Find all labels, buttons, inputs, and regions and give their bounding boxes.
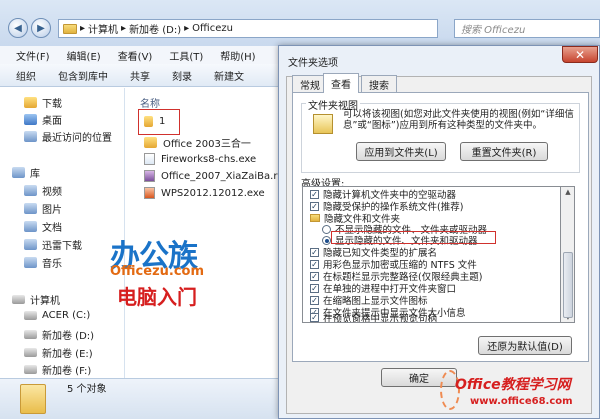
- watermark-site: Officezu.com: [110, 264, 205, 279]
- scroll-thumb[interactable]: [563, 252, 573, 318]
- organize-button[interactable]: 组织: [16, 68, 36, 83]
- status-text: 5 个对象: [67, 384, 107, 395]
- back-button[interactable]: ◀: [8, 18, 28, 38]
- computer-icon: [12, 295, 25, 304]
- breadcrumb-folder[interactable]: Officezu: [192, 23, 233, 34]
- watermark-site-2: www.office68.com: [470, 396, 573, 407]
- thunder-download-icon: [24, 239, 37, 250]
- forward-button[interactable]: ▶: [31, 18, 51, 38]
- folder-icon: [20, 384, 46, 414]
- checkbox-checked[interactable]: ✓: [310, 247, 319, 257]
- watermark-logo-2: Office教程学习网: [455, 377, 571, 393]
- option-preview-handlers[interactable]: ✓ 在预览窗格中显示预览句柄: [310, 313, 437, 322]
- sidebar-item-drive-f[interactable]: 新加卷 (F:): [24, 362, 91, 377]
- radio-checked[interactable]: [322, 235, 331, 245]
- videos-icon: [24, 185, 37, 196]
- music-icon: [24, 257, 37, 268]
- exe-file-icon: [144, 153, 155, 165]
- checkbox-checked[interactable]: ✓: [310, 313, 319, 322]
- tab-search[interactable]: 搜索: [361, 75, 397, 93]
- folder-icon: [63, 23, 77, 34]
- documents-icon: [24, 221, 37, 232]
- restore-defaults-button[interactable]: 还原为默认值(D): [478, 336, 572, 355]
- close-button[interactable]: ✕: [562, 46, 598, 63]
- sidebar-item-drive-c[interactable]: ACER (C:): [24, 310, 90, 321]
- list-item[interactable]: WPS2012.12012.exe: [144, 187, 265, 199]
- folder-icon: [310, 214, 320, 222]
- checkbox-checked[interactable]: ✓: [310, 201, 319, 211]
- sidebar-item-drive-d[interactable]: 新加卷 (D:): [24, 327, 94, 342]
- drive-icon: [24, 311, 37, 320]
- rar-file-icon: [144, 170, 155, 182]
- menu-tools[interactable]: 工具(T): [169, 48, 203, 63]
- apply-to-folders-button[interactable]: 应用到文件夹(L): [356, 142, 446, 161]
- tab-view[interactable]: 查看: [323, 73, 359, 93]
- checkbox-checked[interactable]: ✓: [310, 295, 319, 305]
- menu-file[interactable]: 文件(F): [16, 48, 50, 63]
- drive-icon: [24, 330, 37, 339]
- sidebar-item-computer[interactable]: 计算机: [12, 292, 60, 307]
- breadcrumb-computer[interactable]: 计算机: [88, 21, 118, 36]
- breadcrumb-drive[interactable]: 新加卷 (D:): [129, 21, 181, 36]
- pictures-icon: [24, 203, 37, 214]
- sidebar-item-library[interactable]: 库: [12, 165, 40, 180]
- sidebar-item-documents[interactable]: 文档: [24, 219, 62, 234]
- highlight-box: [331, 231, 496, 244]
- include-library-button[interactable]: 包含到库中: [58, 68, 108, 83]
- highlight-box: [138, 109, 180, 135]
- checkbox-checked[interactable]: ✓: [310, 189, 319, 199]
- back-arrow-icon: ◀: [14, 22, 22, 34]
- library-icon: [12, 167, 25, 178]
- search-input[interactable]: 搜索 Officezu: [454, 19, 600, 38]
- sidebar-item-recent[interactable]: 最近访问的位置: [24, 129, 112, 144]
- wps-file-icon: [144, 187, 155, 199]
- checkbox-checked[interactable]: ✓: [310, 259, 319, 269]
- breadcrumb-sep-icon: ▸: [121, 23, 127, 34]
- folder-view-description: 可以将该视图(如您对此文件夹使用的视图(例如“详细信息”或“图标”)应用到所有这…: [343, 109, 574, 131]
- downloads-folder-icon: [24, 97, 37, 108]
- drive-icon: [24, 365, 37, 374]
- sidebar-item-drive-e[interactable]: 新加卷 (E:): [24, 345, 93, 360]
- menu-edit[interactable]: 编辑(E): [67, 48, 101, 63]
- sidebar-item-downloads[interactable]: 下载: [24, 95, 62, 110]
- close-icon: ✕: [574, 47, 586, 62]
- folder-icon: [144, 137, 157, 148]
- breadcrumb-sep-icon: ▸: [80, 23, 86, 34]
- breadcrumb-sep-icon: ▸: [184, 23, 190, 34]
- forward-arrow-icon: ▶: [37, 22, 45, 34]
- list-item[interactable]: Office 2003三合一: [144, 135, 251, 150]
- address-bar[interactable]: ▸ 计算机 ▸ 新加卷 (D:) ▸ Officezu: [58, 19, 438, 38]
- desktop-icon: [24, 114, 37, 125]
- sidebar-item-videos[interactable]: 视频: [24, 183, 62, 198]
- recent-places-icon: [24, 131, 37, 142]
- folder-view-icon: [313, 114, 333, 134]
- new-folder-button[interactable]: 新建文: [214, 68, 244, 83]
- dialog-title: 文件夹选项: [288, 58, 338, 69]
- column-header-name[interactable]: 名称: [140, 95, 160, 110]
- menu-help[interactable]: 帮助(H): [220, 48, 255, 63]
- share-button[interactable]: 共享: [130, 68, 150, 83]
- sidebar-item-desktop[interactable]: 桌面: [24, 112, 62, 127]
- menu-view[interactable]: 查看(V): [118, 48, 153, 63]
- watermark-slogan: 电脑入门: [117, 285, 197, 309]
- sidebar-item-pictures[interactable]: 图片: [24, 201, 62, 216]
- drive-icon: [24, 348, 37, 357]
- checkbox-checked[interactable]: ✓: [310, 283, 319, 293]
- burn-button[interactable]: 刻录: [172, 68, 192, 83]
- reset-folders-button[interactable]: 重置文件夹(R): [460, 142, 548, 161]
- checkbox-checked[interactable]: ✓: [310, 271, 319, 281]
- scroll-up-icon[interactable]: ▲: [563, 187, 573, 197]
- sidebar-item-music[interactable]: 音乐: [24, 255, 62, 270]
- sidebar-item-thunder[interactable]: 迅雷下载: [24, 237, 82, 252]
- list-item[interactable]: Office_2007_XiaZaiBa.rar: [144, 170, 288, 182]
- list-item[interactable]: Fireworks8-chs.exe: [144, 153, 256, 165]
